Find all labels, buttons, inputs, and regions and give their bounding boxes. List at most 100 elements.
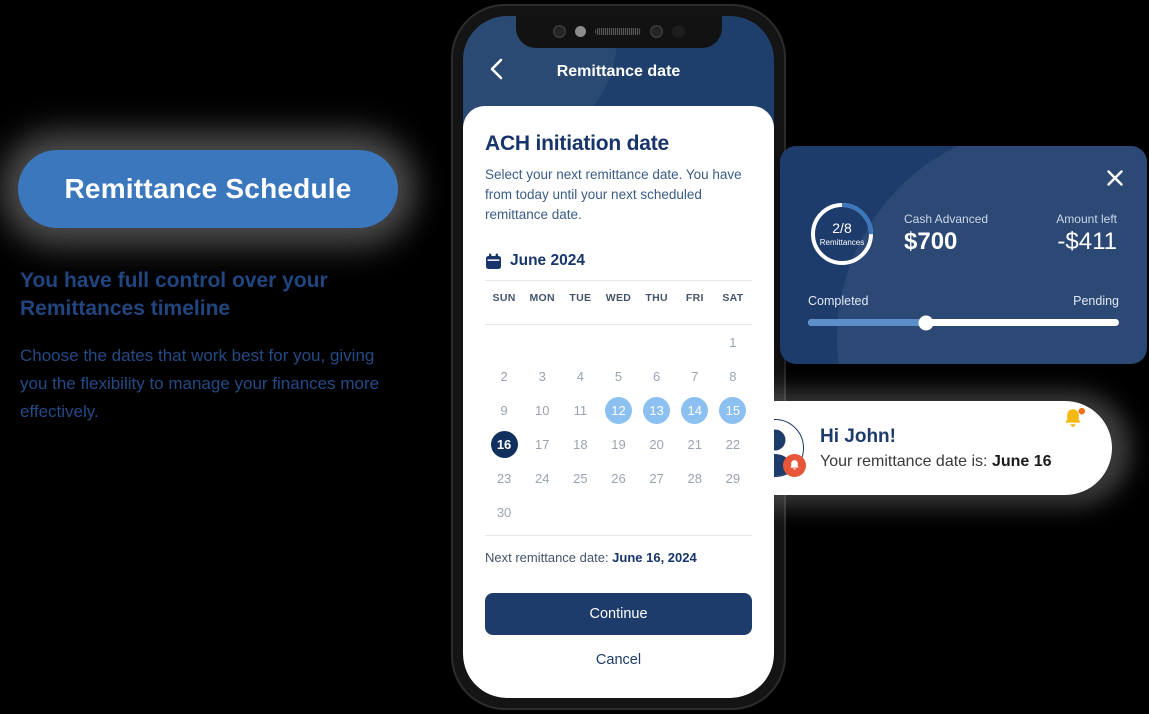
calendar-day-14[interactable]: 14: [676, 393, 714, 427]
weekday-sun: SUN: [492, 292, 516, 304]
calendar-day-12[interactable]: 12: [599, 393, 637, 427]
camera-icon: [649, 24, 663, 38]
calendar-day-3[interactable]: 3: [523, 359, 561, 393]
calendar-day-chip: 24: [534, 470, 550, 486]
weekday-fri: FRI: [685, 292, 704, 304]
sensor-dot-icon: [574, 25, 586, 37]
calendar-day-17[interactable]: 17: [523, 427, 561, 461]
proximity-sensor-icon: [671, 24, 685, 38]
promo-heading: You have full control over your Remittan…: [20, 269, 328, 320]
calendar-day-chip: 12: [604, 396, 632, 424]
calendar-day-chip: 2: [500, 368, 508, 384]
toast-body: Your remittance date is: June 16: [820, 453, 1052, 471]
sheet-description: Select your next remittance date. You ha…: [485, 167, 742, 222]
calendar-days-grid: 1 2 3 4 5 6 7 8 9 10 11 12 13 14 15 16 17 18 19 20 21 22 23 24 2…: [485, 325, 752, 529]
calendar-day-15[interactable]: 15: [714, 393, 752, 427]
notification-toast[interactable]: Hi John! Your remittance date is: June 1…: [722, 401, 1112, 495]
phone-notch: [515, 16, 722, 48]
bell-icon[interactable]: [1060, 405, 1088, 433]
calendar-day-4[interactable]: 4: [561, 359, 599, 393]
calendar-day-chip: 28: [687, 470, 702, 486]
calendar-day-19[interactable]: 19: [599, 427, 637, 461]
screenshot-root: Remittance Schedule You have full contro…: [0, 0, 1149, 714]
ring-sublabel: Remittances: [819, 238, 865, 247]
remittance-schedule-label: Remittance Schedule: [64, 173, 352, 204]
slider-thumb[interactable]: [918, 315, 934, 330]
calendar-day-22[interactable]: 22: [714, 427, 752, 461]
next-remittance-date: June 16, 2024: [612, 550, 697, 565]
cash-advanced-value: $700: [904, 228, 958, 255]
remittance-schedule-pill-wrap: Remittance Schedule: [0, 132, 416, 246]
cancel-button[interactable]: Cancel: [485, 652, 752, 668]
camera-icon: [552, 24, 566, 38]
calendar-day-chip: 6: [653, 368, 661, 384]
amount-left-label: Amount left: [1056, 212, 1117, 226]
sheet-title: ACH initiation date: [485, 132, 670, 155]
slider-labels: Completed Pending: [808, 294, 1119, 308]
calendar-day-chip: 14: [681, 396, 709, 424]
calendar-day-20[interactable]: 20: [638, 427, 676, 461]
calendar-day-2[interactable]: 2: [485, 359, 523, 393]
calendar-day-26[interactable]: 26: [599, 461, 637, 495]
ring-fraction: 2/8: [832, 220, 852, 236]
calendar-day-7[interactable]: 7: [676, 359, 714, 393]
calendar-month-row: June 2024: [485, 252, 752, 270]
calendar-day-21[interactable]: 21: [676, 427, 714, 461]
calendar-day-18[interactable]: 18: [561, 427, 599, 461]
calendar-day-chip: 7: [691, 368, 699, 384]
calendar-day-30[interactable]: 30: [485, 495, 523, 529]
toast-text: Hi John! Your remittance date is: June 1…: [820, 426, 1052, 471]
calendar-day-chip: 21: [687, 436, 702, 452]
calendar-day-chip: 3: [538, 368, 546, 384]
weekday-tue: TUE: [569, 292, 592, 304]
speaker-grille-icon: [594, 27, 641, 35]
calendar-day-10[interactable]: 10: [523, 393, 561, 427]
app-bar-title: Remittance date: [556, 63, 681, 80]
calendar-day-23[interactable]: 23: [485, 461, 523, 495]
calendar-icon: [485, 253, 502, 270]
calendar-day-28[interactable]: 28: [676, 461, 714, 495]
toast-body-prefix: Your remittance date is:: [820, 452, 992, 470]
calendar-day-6[interactable]: 6: [638, 359, 676, 393]
close-icon[interactable]: [1105, 168, 1125, 188]
remittance-schedule-button[interactable]: Remittance Schedule: [18, 150, 398, 228]
weekday-thu: THU: [645, 292, 668, 304]
calendar-day-chip: 19: [611, 436, 626, 452]
calendar-day-chip: 15: [719, 396, 747, 424]
cash-advanced-stat: Cash Advanced $700: [904, 212, 988, 256]
calendar-day-25[interactable]: 25: [561, 461, 599, 495]
calendar-day-5[interactable]: 5: [599, 359, 637, 393]
calendar-day-chip: 10: [534, 402, 550, 418]
calendar-day-chip: 13: [643, 396, 671, 424]
calendar-day-11[interactable]: 11: [561, 393, 599, 427]
calendar-day-13[interactable]: 13: [638, 393, 676, 427]
calendar-day-chip: 9: [500, 402, 508, 418]
calendar-day-chip: 4: [576, 368, 584, 384]
calendar-day-chip: 18: [573, 436, 588, 452]
calendar-day-9[interactable]: 9: [485, 393, 523, 427]
calendar-day-1[interactable]: 1: [714, 325, 752, 359]
calendar-day-27[interactable]: 27: [638, 461, 676, 495]
calendar-day-24[interactable]: 24: [523, 461, 561, 495]
calendar-day-8[interactable]: 8: [714, 359, 752, 393]
continue-button[interactable]: Continue: [485, 593, 752, 635]
cash-advance-summary-card: 2/8 Remittances Cash Advanced $700 Amoun…: [780, 146, 1147, 364]
amount-left-value: -$411: [1057, 228, 1117, 255]
calendar-month-label: June 2024: [510, 252, 585, 269]
next-remittance-line: Next remittance date: June 16, 2024: [485, 550, 752, 565]
notification-toast-wrap: Hi John! Your remittance date is: June 1…: [714, 393, 1130, 505]
progress-slider[interactable]: [808, 315, 1119, 330]
calendar-day-chip: 11: [573, 402, 588, 418]
calendar-day-16[interactable]: 16: [485, 427, 523, 461]
bell-icon: [783, 454, 806, 477]
calendar-day-chip: 16: [490, 430, 518, 458]
slider-label-pending: Pending: [1073, 294, 1119, 308]
toast-body-date: June 16: [991, 452, 1052, 470]
progress-slider-section: Completed Pending: [780, 268, 1147, 330]
chevron-left-icon[interactable]: [485, 58, 507, 80]
sheet-actions: Continue Cancel: [485, 593, 752, 698]
phone-screen: Remittance date ACH initiation date Sele…: [463, 16, 774, 698]
promo-body: Choose the dates that work best for you,…: [20, 346, 380, 421]
calendar-day-29[interactable]: 29: [714, 461, 752, 495]
cash-advanced-label: Cash Advanced: [904, 212, 989, 226]
